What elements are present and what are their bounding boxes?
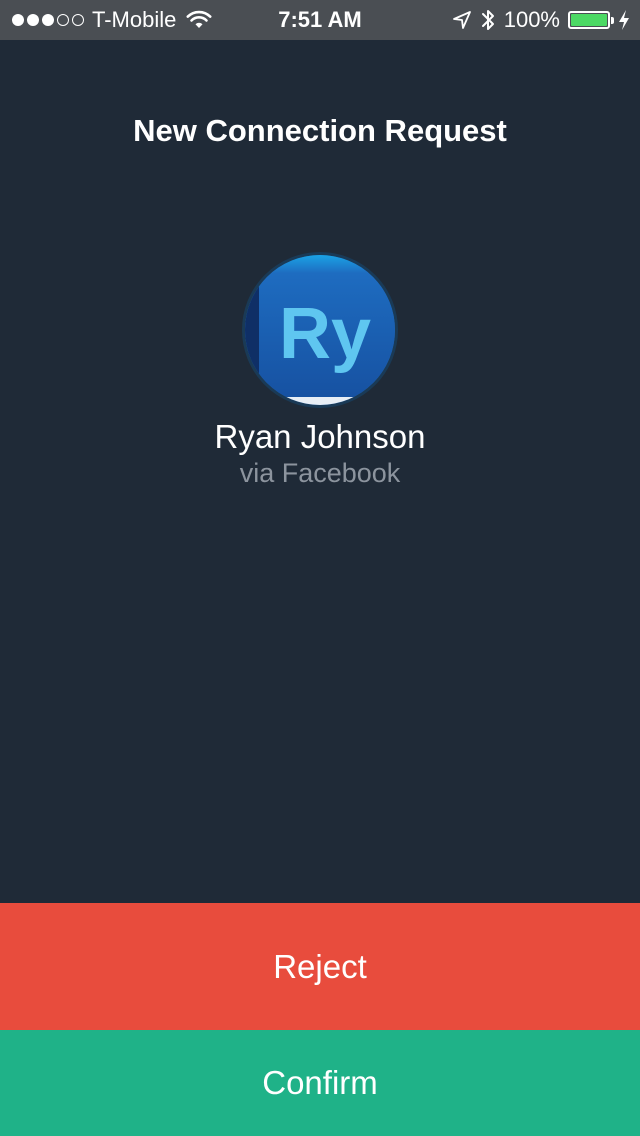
charging-bolt-icon [619,10,629,30]
bluetooth-icon [481,10,494,30]
reject-button[interactable]: Reject [0,903,640,1030]
confirm-button[interactable]: Confirm [0,1030,640,1136]
battery-icon [568,11,614,29]
status-right: 100% [452,0,630,40]
avatar: Ry [242,252,398,408]
reject-button-label: Reject [273,947,367,985]
avatar-image: Ry [245,255,395,405]
status-bar: T-Mobile 7:51 AM 100% [0,0,640,40]
request-source: via Facebook [239,458,401,488]
avatar-initials: Ry [279,294,371,374]
connection-request-screen: T-Mobile 7:51 AM 100% New Connection Req… [0,0,640,1136]
requester-name: Ryan Johnson [214,418,426,455]
battery-percent: 100% [503,7,560,32]
battery-level [571,14,607,26]
page-title: New Connection Request [133,113,507,148]
location-arrow-icon [452,11,471,29]
confirm-button-label: Confirm [262,1064,378,1101]
